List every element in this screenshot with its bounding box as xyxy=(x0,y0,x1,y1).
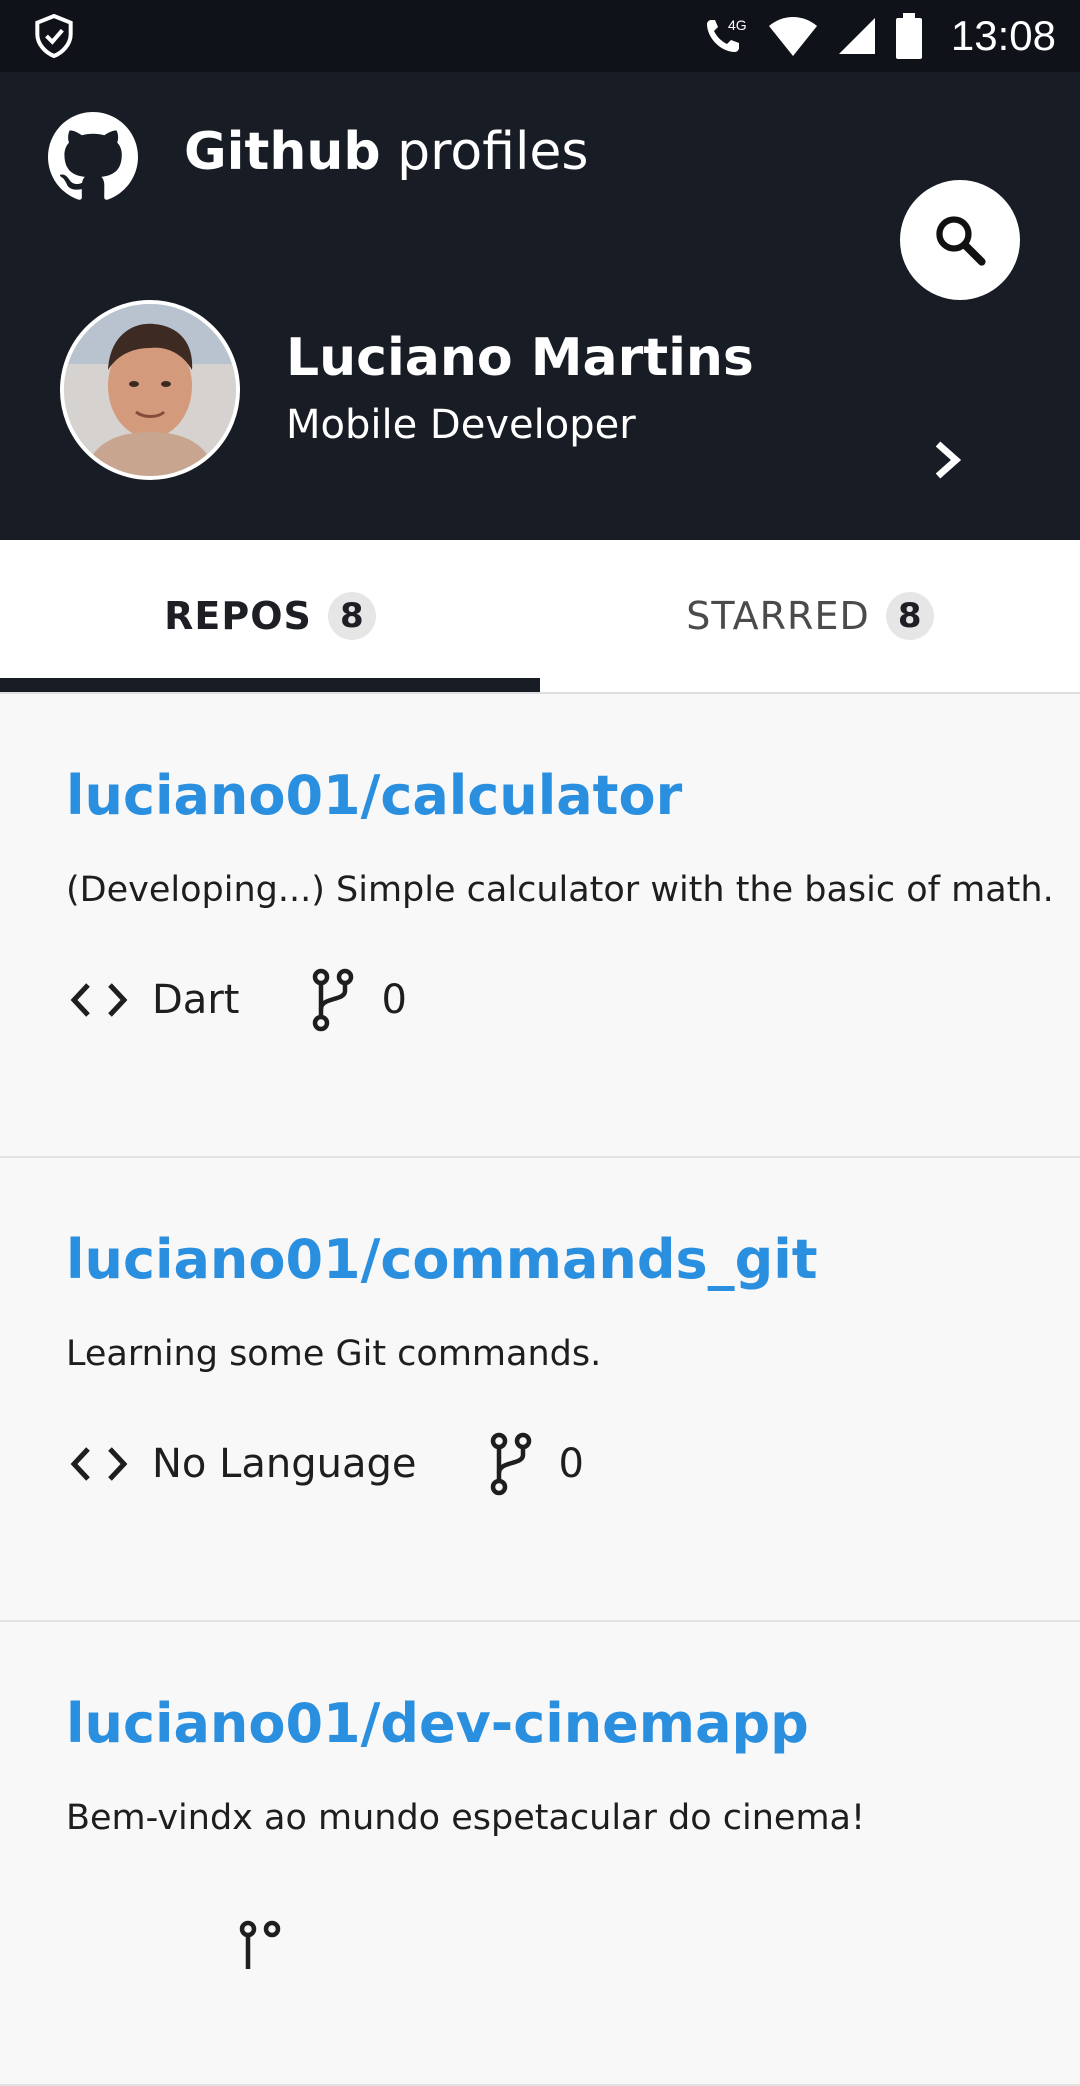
status-icons: 4G 13:08 xyxy=(703,0,1056,72)
code-icon xyxy=(70,983,128,1017)
wifi-calling-icon: 4G xyxy=(706,17,747,52)
search-button[interactable] xyxy=(900,180,1020,300)
profile-name: Luciano Martins xyxy=(286,328,754,388)
repo-meta: Dart 0 xyxy=(66,968,407,1032)
avatar[interactable] xyxy=(60,300,240,480)
list-item[interactable]: luciano01/dev-cinemapp Bem-vindx ao mund… xyxy=(0,1622,1080,2086)
svg-text:4G: 4G xyxy=(728,17,747,33)
search-icon xyxy=(936,216,986,266)
clock-time: 13:08 xyxy=(950,12,1056,59)
github-logo-icon xyxy=(48,112,138,200)
avatar-photo xyxy=(64,304,236,476)
wifi-icon xyxy=(768,17,817,56)
repo-list: luciano01/calculator (Developing...) Sim… xyxy=(0,694,1080,2086)
repo-language: No Language xyxy=(152,1441,417,1487)
code-icon xyxy=(70,1447,128,1481)
status-bar: 4G 13:08 xyxy=(0,0,1080,72)
tab-starred[interactable]: STARRED 8 xyxy=(540,540,1080,692)
tab-starred-label: STARRED xyxy=(686,594,870,638)
app-title-light: profiles xyxy=(397,122,589,182)
tab-repos-count: 8 xyxy=(327,592,376,640)
repo-name[interactable]: luciano01/dev-cinemapp xyxy=(66,1692,809,1755)
app-title: Github profiles xyxy=(184,122,589,182)
active-tab-indicator xyxy=(0,678,540,692)
fork-icon xyxy=(313,968,354,1032)
repo-name[interactable]: luciano01/calculator xyxy=(66,764,682,827)
shield-icon xyxy=(35,14,73,58)
tab-starred-count: 8 xyxy=(885,592,934,640)
list-item[interactable]: luciano01/commands_git Learning some Git… xyxy=(0,1158,1080,1622)
list-item[interactable]: luciano01/calculator (Developing...) Sim… xyxy=(0,694,1080,1158)
fork-icon xyxy=(490,1432,531,1496)
cell-signal-icon xyxy=(838,18,875,54)
repo-description: (Developing...) Simple calculator with t… xyxy=(66,870,1054,910)
repo-name[interactable]: luciano01/commands_git xyxy=(66,1228,818,1291)
tab-repos[interactable]: REPOS 8 xyxy=(0,540,540,692)
app-title-bold: Github xyxy=(184,122,381,182)
repo-meta xyxy=(66,1920,284,1982)
repo-meta: No Language 0 xyxy=(66,1432,584,1496)
fork-icon xyxy=(239,1920,281,1969)
repo-description: Learning some Git commands. xyxy=(66,1334,602,1374)
repo-description: Bem-vindx ao mundo espetacular do cinema… xyxy=(66,1798,866,1838)
battery-icon xyxy=(895,13,922,59)
tab-bar: REPOS 8 STARRED 8 xyxy=(0,540,1080,694)
tab-repos-label: REPOS xyxy=(164,594,312,638)
repo-forks: 0 xyxy=(381,977,407,1023)
repo-language: Dart xyxy=(152,977,240,1023)
profile-role: Mobile Developer xyxy=(286,402,636,448)
chevron-right-icon[interactable] xyxy=(930,438,966,482)
profile-header: Github profiles Luciano Martins Mobile D… xyxy=(0,72,1080,540)
repo-forks: 0 xyxy=(558,1441,584,1487)
